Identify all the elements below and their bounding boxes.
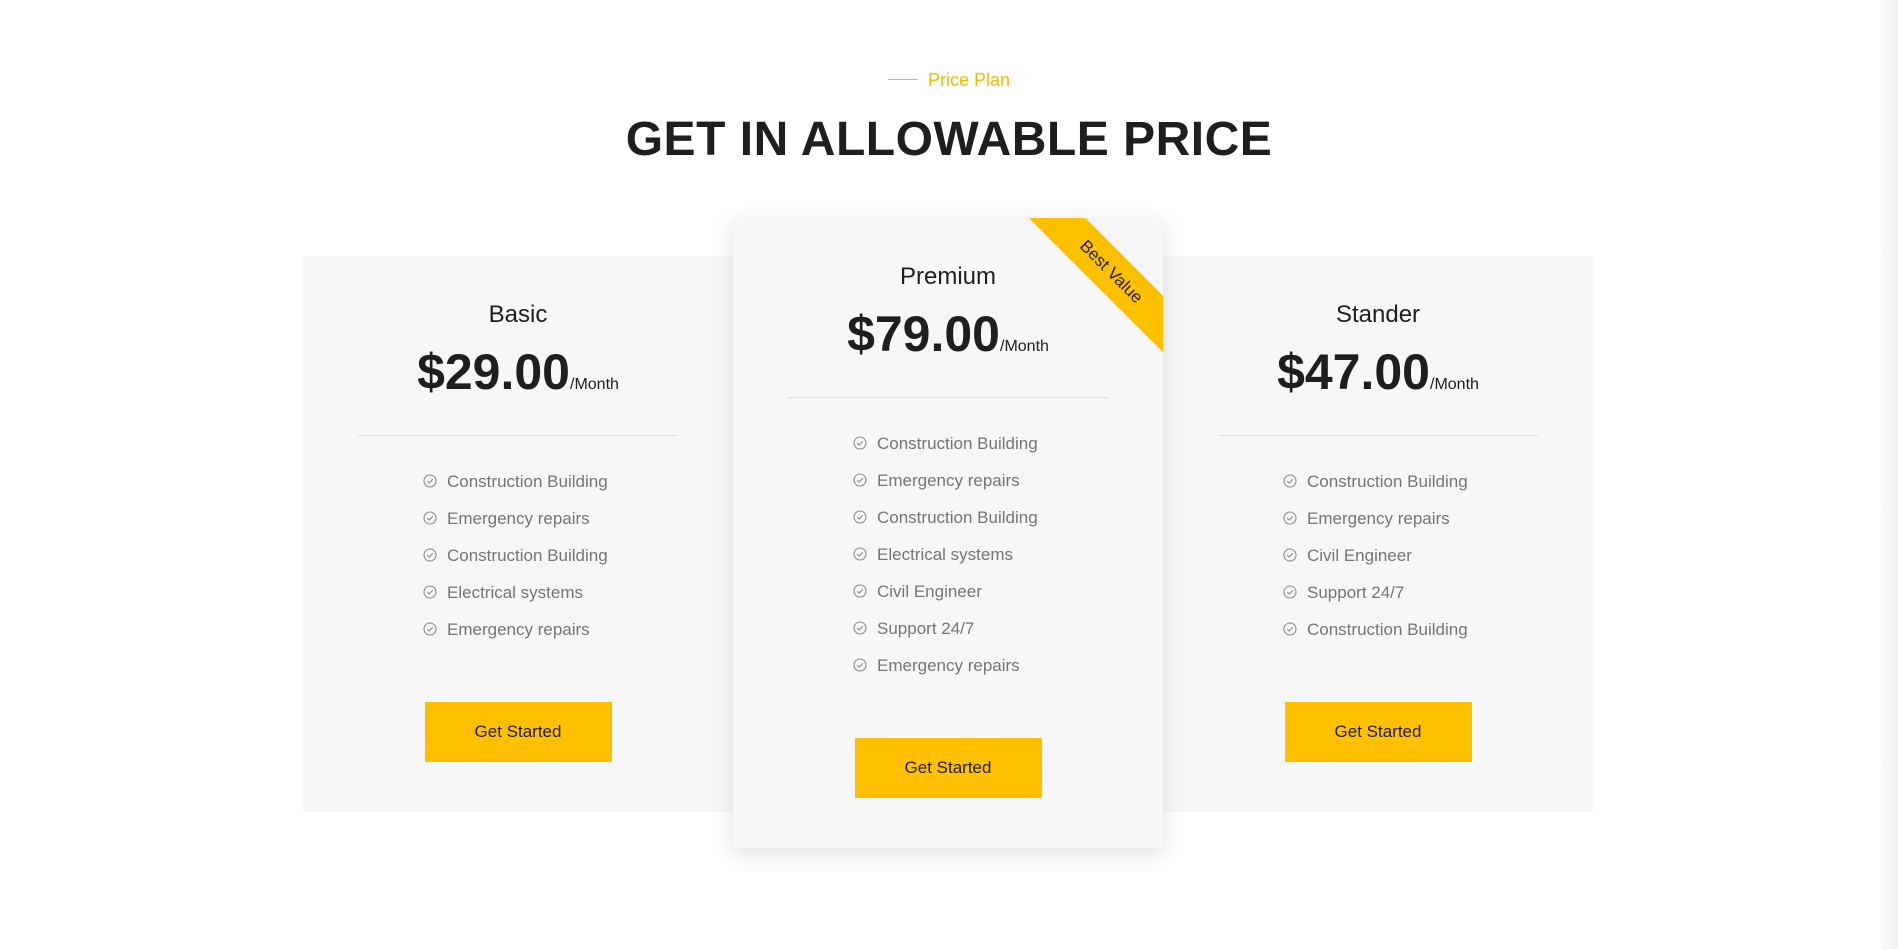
feature-item: Construction Building xyxy=(423,472,613,509)
feature-item: Construction Building xyxy=(1283,472,1473,509)
feature-item: Construction Building xyxy=(1283,620,1473,657)
feature-label: Construction Building xyxy=(447,472,608,491)
eyebrow-label: Price Plan xyxy=(927,70,1011,90)
plan-price: $29.00 xyxy=(417,344,570,400)
feature-label: Electrical systems xyxy=(447,583,584,602)
plan-card-premium: Best Value Premium $79.00/Month Construc… xyxy=(733,218,1163,848)
section-eyebrow: Price Plan xyxy=(0,70,1898,91)
check-circle-icon xyxy=(1283,510,1297,525)
check-circle-icon xyxy=(1283,584,1297,599)
feature-label: Construction Building xyxy=(447,546,608,565)
check-circle-icon xyxy=(853,657,867,672)
section-title: GET IN ALLOWABLE PRICE xyxy=(625,113,1273,166)
feature-label: Emergency repairs xyxy=(447,509,590,528)
feature-item: Support 24/7 xyxy=(853,619,1043,656)
get-started-button-stander[interactable]: Get Started xyxy=(1284,702,1472,762)
feature-item: Emergency repairs xyxy=(853,471,1043,508)
check-circle-icon xyxy=(423,584,437,599)
plan-name: Basic xyxy=(488,301,548,328)
best-value-ribbon: Best Value xyxy=(1027,218,1163,354)
check-circle-icon xyxy=(853,546,867,561)
check-circle-icon xyxy=(853,509,867,524)
feature-label: Emergency repairs xyxy=(877,471,1020,490)
feature-item: Civil Engineer xyxy=(1283,546,1473,583)
plan-period: /Month xyxy=(570,376,619,393)
check-circle-icon xyxy=(1283,621,1297,636)
feature-label: Construction Building xyxy=(877,508,1038,527)
get-started-button-premium[interactable]: Get Started xyxy=(854,738,1042,798)
plan-card-stander: Stander $47.00/Month Construction Buildi… xyxy=(1163,256,1593,812)
check-circle-icon xyxy=(423,510,437,525)
check-circle-icon xyxy=(853,472,867,487)
price-row: $47.00/Month xyxy=(1163,343,1593,401)
feature-list: Construction Building Emergency repairs … xyxy=(853,434,1043,693)
check-circle-icon xyxy=(1283,547,1297,562)
divider xyxy=(788,397,1108,398)
plan-period: /Month xyxy=(1430,376,1479,393)
plan-price: $79.00 xyxy=(847,306,1000,362)
feature-label: Emergency repairs xyxy=(877,656,1020,675)
feature-item: Construction Building xyxy=(423,546,613,583)
plan-price: $47.00 xyxy=(1277,344,1430,400)
eyebrow-line xyxy=(887,78,918,80)
scrollbar-track[interactable] xyxy=(1881,0,1898,949)
divider xyxy=(1218,435,1538,436)
feature-label: Emergency repairs xyxy=(447,620,590,639)
feature-item: Emergency repairs xyxy=(423,509,613,546)
check-circle-icon xyxy=(853,583,867,598)
feature-label: Civil Engineer xyxy=(1307,546,1412,565)
get-started-button-basic[interactable]: Get Started xyxy=(424,702,612,762)
price-row: $29.00/Month xyxy=(303,343,733,401)
ribbon-label: Best Value xyxy=(1027,218,1163,354)
feature-item: Electrical systems xyxy=(853,545,1043,582)
feature-item: Emergency repairs xyxy=(423,620,613,657)
feature-label: Support 24/7 xyxy=(877,619,975,638)
feature-label: Support 24/7 xyxy=(1307,583,1405,602)
check-circle-icon xyxy=(853,620,867,635)
feature-label: Civil Engineer xyxy=(877,582,982,601)
check-circle-icon xyxy=(423,547,437,562)
check-circle-icon xyxy=(1283,473,1297,488)
pricing-page: Price Plan GET IN ALLOWABLE PRICE Basic … xyxy=(0,0,1898,949)
feature-item: Electrical systems xyxy=(423,583,613,620)
feature-item: Emergency repairs xyxy=(1283,509,1473,546)
feature-item: Support 24/7 xyxy=(1283,583,1473,620)
check-circle-icon xyxy=(423,473,437,488)
feature-item: Construction Building xyxy=(853,434,1043,471)
feature-label: Emergency repairs xyxy=(1307,509,1450,528)
feature-item: Emergency repairs xyxy=(853,656,1043,693)
feature-label: Construction Building xyxy=(877,434,1038,453)
check-circle-icon xyxy=(853,435,867,450)
check-circle-icon xyxy=(423,621,437,636)
feature-list: Construction Building Emergency repairs … xyxy=(423,472,613,657)
feature-label: Construction Building xyxy=(1307,472,1468,491)
feature-list: Construction Building Emergency repairs … xyxy=(1283,472,1473,657)
plan-name: Stander xyxy=(1335,301,1421,328)
divider xyxy=(358,435,678,436)
feature-label: Electrical systems xyxy=(877,545,1014,564)
feature-item: Civil Engineer xyxy=(853,582,1043,619)
plan-card-basic: Basic $29.00/Month Construction Building… xyxy=(303,256,733,812)
feature-label: Construction Building xyxy=(1307,620,1468,639)
feature-item: Construction Building xyxy=(853,508,1043,545)
